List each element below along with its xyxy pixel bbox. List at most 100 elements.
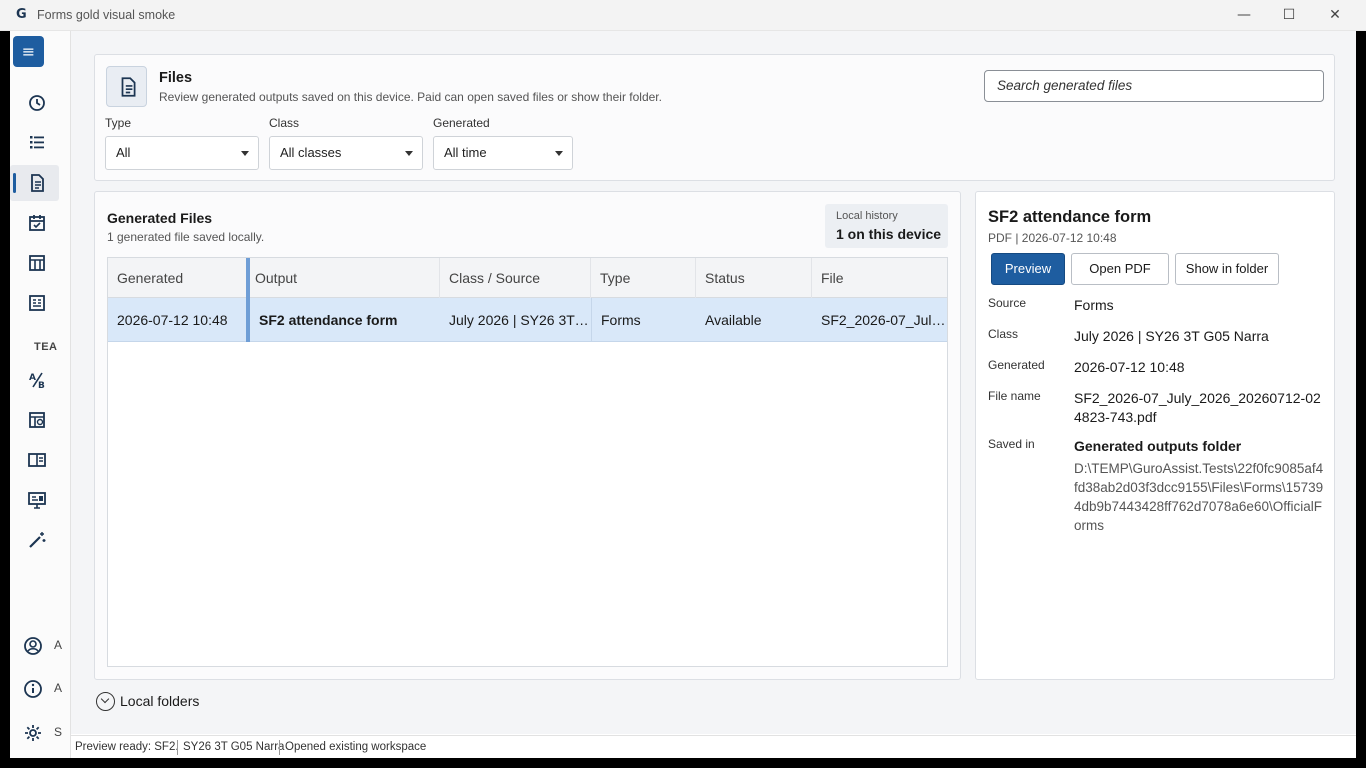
nav-item-grading[interactable]: AB xyxy=(10,362,70,398)
search-input[interactable]: Search generated files xyxy=(984,70,1324,102)
chevron-down-circle-icon xyxy=(96,692,115,711)
nav-about-label: A xyxy=(54,681,63,695)
file-document-icon xyxy=(121,77,136,97)
generated-filter-select[interactable]: All time xyxy=(433,136,573,170)
class-value: July 2026 | SY26 3T G05 Narra xyxy=(1074,328,1269,344)
nav-item-settings[interactable]: S xyxy=(10,715,70,751)
chevron-down-icon xyxy=(555,151,563,156)
cell-output: SF2 attendance form xyxy=(259,312,398,328)
file-document-icon xyxy=(31,174,44,192)
nav-rail: ≡ TEA AB A A S xyxy=(10,31,71,758)
type-filter-label: Type xyxy=(105,116,132,130)
presentation-icon xyxy=(28,492,46,509)
minimize-button[interactable]: — xyxy=(1221,0,1267,31)
nav-item-account[interactable]: A xyxy=(10,628,70,664)
local-folders-label: Local folders xyxy=(120,693,200,709)
class-filter-label: Class xyxy=(269,116,300,130)
table-row[interactable]: 2026-07-12 10:48 SF2 attendance form Jul… xyxy=(108,298,947,342)
book-open-icon xyxy=(28,453,46,467)
app-logo-icon: G xyxy=(16,7,27,22)
file-name-value: SF2_2026-07_July_2026_20260712-024823-74… xyxy=(1074,390,1321,425)
info-icon xyxy=(24,680,42,698)
nav-item-form[interactable] xyxy=(10,285,70,321)
window-frame-bottom xyxy=(0,758,1366,768)
nav-item-files[interactable] xyxy=(10,165,59,201)
close-window-button[interactable]: ✕ xyxy=(1312,0,1358,31)
chevron-down-icon xyxy=(405,151,413,156)
type-filter-value: All xyxy=(116,145,131,160)
status-divider xyxy=(177,740,178,755)
generated-files-count: 1 generated file saved locally. xyxy=(107,230,265,244)
class-filter-value: All classes xyxy=(280,145,342,160)
window-frame-right xyxy=(1356,31,1366,768)
status-bar: Preview ready: SF2. SY26 3T G05 Narra Op… xyxy=(71,735,1356,758)
column-header-type[interactable]: Type xyxy=(591,258,696,298)
nav-item-about[interactable]: A xyxy=(10,671,70,707)
saved-path: D:\TEMP\GuroAssist.Tests\22f0fc9085af4fd… xyxy=(1074,461,1324,533)
saved-in-value: Generated outputs folder xyxy=(1074,438,1242,454)
generated-value: 2026-07-12 10:48 xyxy=(1074,359,1185,375)
class-filter-select[interactable]: All classes xyxy=(269,136,423,170)
hamburger-menu-button[interactable]: ≡ xyxy=(13,36,44,67)
title-bar: G Forms gold visual smoke — ☐ ✕ xyxy=(0,0,1366,31)
column-header-file[interactable]: File xyxy=(812,258,947,298)
column-header-generated[interactable]: Generated xyxy=(108,258,246,298)
svg-text:A: A xyxy=(29,373,36,383)
open-pdf-button[interactable]: Open PDF xyxy=(1071,253,1169,285)
status-divider xyxy=(279,740,280,755)
magic-wand-icon xyxy=(29,532,46,548)
local-history-label: Local history xyxy=(836,210,898,222)
cell-status: Available xyxy=(705,312,762,328)
page-title: Files xyxy=(159,70,193,86)
column-header-output[interactable]: Output xyxy=(246,258,440,298)
status-workspace: Opened existing workspace xyxy=(285,741,427,753)
detail-meta: PDF | 2026-07-12 10:48 xyxy=(988,231,1117,245)
table-header: Generated Output Class / Source Type Sta… xyxy=(108,258,947,298)
schedule-icon xyxy=(29,412,45,428)
files-header-icon-box xyxy=(106,66,147,107)
cell-class-source: July 2026 | SY26 3T G05 Narra xyxy=(449,312,589,328)
source-label: Source xyxy=(988,296,1027,310)
generated-files-card: Generated Files 1 generated file saved l… xyxy=(94,191,961,680)
nav-item-list[interactable] xyxy=(10,124,70,160)
nav-item-tools[interactable] xyxy=(10,522,70,558)
cell-generated: 2026-07-12 10:48 xyxy=(117,312,228,328)
gear-icon xyxy=(25,725,41,741)
generated-filter-label: Generated xyxy=(433,116,490,130)
calendar-check-icon xyxy=(29,215,45,231)
column-header-class-source[interactable]: Class / Source xyxy=(440,258,591,298)
nav-item-history[interactable] xyxy=(10,85,70,121)
page-subtitle: Review generated outputs saved on this d… xyxy=(159,90,662,104)
nav-item-calendar[interactable] xyxy=(10,205,70,241)
nav-item-schedule[interactable] xyxy=(10,402,70,438)
maximize-button[interactable]: ☐ xyxy=(1266,0,1312,31)
generated-files-title: Generated Files xyxy=(107,210,213,226)
generated-label: Generated xyxy=(988,358,1045,372)
ab-test-icon: AB xyxy=(29,372,45,390)
class-label: Class xyxy=(988,327,1019,341)
local-history-badge: Local history 1 on this device xyxy=(825,204,948,248)
local-history-value: 1 on this device xyxy=(836,226,942,242)
nav-settings-label: S xyxy=(54,725,63,739)
show-in-folder-button[interactable]: Show in folder xyxy=(1175,253,1279,285)
nav-item-book[interactable] xyxy=(10,442,70,478)
table-icon xyxy=(29,255,45,271)
svg-text:B: B xyxy=(38,381,45,390)
nav-item-table[interactable] xyxy=(10,245,70,281)
status-class: SY26 3T G05 Narra xyxy=(183,741,285,753)
source-value: Forms xyxy=(1074,297,1114,313)
status-message: Preview ready: SF2. xyxy=(75,741,179,753)
preview-button[interactable]: Preview xyxy=(991,253,1065,285)
column-splitter[interactable] xyxy=(246,258,250,342)
nav-account-label: A xyxy=(54,638,63,652)
nav-item-presentation[interactable] xyxy=(10,482,70,518)
column-header-status[interactable]: Status xyxy=(696,258,812,298)
type-filter-select[interactable]: All xyxy=(105,136,259,170)
detail-title: SF2 attendance form xyxy=(988,208,1152,226)
file-detail-card: SF2 attendance form PDF | 2026-07-12 10:… xyxy=(975,191,1335,680)
generated-files-table: Generated Output Class / Source Type Sta… xyxy=(107,257,948,667)
cell-file: SF2_2026-07_July_2026_20260712-024823-74… xyxy=(821,312,947,328)
cell-type: Forms xyxy=(591,298,696,342)
main-content: Files Review generated outputs saved on … xyxy=(71,31,1356,734)
history-icon xyxy=(29,95,45,111)
